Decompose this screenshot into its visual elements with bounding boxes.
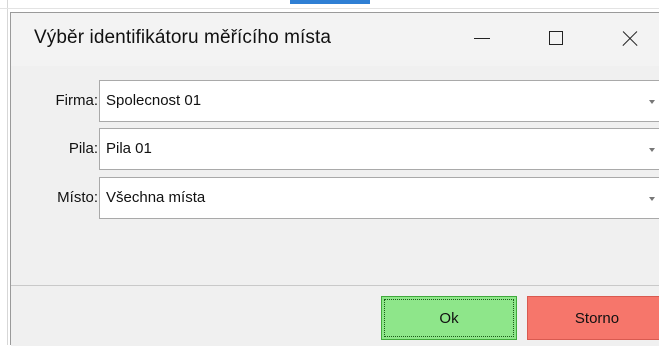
close-button[interactable]	[603, 13, 657, 63]
ok-button[interactable]: Ok	[381, 296, 517, 340]
chevron-down-icon[interactable]	[649, 148, 655, 152]
background-divider	[0, 8, 659, 9]
maximize-button[interactable]	[529, 13, 583, 63]
pila-select[interactable]: Pila 01	[99, 128, 659, 170]
pila-label: Pila:	[68, 140, 98, 157]
pila-select-value: Pila 01	[106, 140, 152, 157]
chevron-down-icon[interactable]	[649, 100, 655, 104]
misto-label: Místo:	[57, 189, 98, 206]
button-bar: Ok Storno	[11, 285, 659, 346]
firma-label: Firma:	[55, 92, 99, 109]
background-accent-strip	[290, 0, 370, 4]
form-row-misto: Místo: Všechna místa	[11, 177, 659, 219]
cancel-button[interactable]: Storno	[527, 296, 659, 340]
dialog-window: Výběr identifikátoru měřícího místa Firm…	[10, 12, 659, 346]
form-row-firma: Firma: Spolecnost 01	[11, 80, 659, 122]
minimize-icon	[474, 37, 490, 39]
chevron-down-icon[interactable]	[649, 197, 655, 201]
dialog-title: Výběr identifikátoru měřícího místa	[34, 27, 332, 48]
firma-select-value: Spolecnost 01	[106, 92, 202, 109]
maximize-icon	[549, 31, 563, 45]
close-icon	[622, 30, 638, 46]
background-window-edge	[7, 0, 8, 345]
misto-select[interactable]: Všechna místa	[99, 177, 659, 219]
title-bar[interactable]: Výběr identifikátoru měřícího místa	[11, 13, 659, 66]
form-area: Firma: Spolecnost 01 Pila: Pila 01 Místo…	[11, 66, 659, 285]
misto-select-value: Všechna místa	[106, 189, 206, 206]
firma-select[interactable]: Spolecnost 01	[99, 80, 659, 122]
minimize-button[interactable]	[455, 13, 509, 63]
form-row-pila: Pila: Pila 01	[11, 128, 659, 170]
